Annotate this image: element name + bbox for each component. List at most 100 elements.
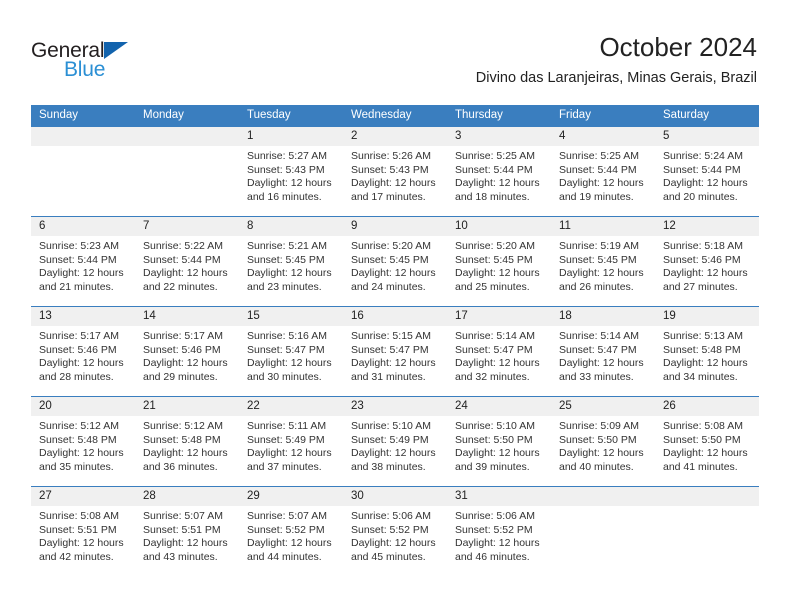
calendar-day-cell[interactable]: 4 Sunrise: 5:25 AM Sunset: 5:44 PM Daylight…	[551, 127, 655, 217]
calendar-day-cell[interactable]: 1 Sunrise: 5:27 AM Sunset: 5:43 PM Daylight…	[239, 127, 343, 217]
calendar-day-cell[interactable]: 14 Sunrise: 5:17 AM Sunset: 5:46 PM Dayligh…	[135, 306, 239, 397]
day-number: 5	[655, 127, 759, 146]
daylight-line-1: Daylight: 12 hours	[455, 447, 540, 460]
day-number: 19	[655, 307, 759, 326]
day-number: 30	[343, 487, 447, 506]
calendar-day-cell[interactable]: 10 Sunrise: 5:20 AM Sunset: 5:45 PM Dayligh…	[447, 216, 551, 307]
daylight-line-1: Daylight: 12 hours	[663, 357, 748, 370]
sunset-time: Sunset: 5:43 PM	[351, 163, 429, 176]
day-details: Sunrise: 5:18 AM Sunset: 5:46 PM Daylight:…	[655, 236, 759, 294]
day-details: Sunrise: 5:20 AM Sunset: 5:45 PM Daylight:…	[343, 236, 447, 294]
day-details: Sunrise: 5:19 AM Sunset: 5:45 PM Daylight:…	[551, 236, 655, 294]
calendar-day-cell[interactable]: 12 Sunrise: 5:18 AM Sunset: 5:46 PM Dayligh…	[655, 216, 759, 307]
sunset-time: Sunset: 5:47 PM	[455, 343, 533, 356]
daylight-line-2: and 26 minutes.	[559, 280, 634, 293]
daylight-line-1: Daylight: 12 hours	[247, 447, 332, 460]
calendar-day-cell[interactable]: 2 Sunrise: 5:26 AM Sunset: 5:43 PM Daylight…	[343, 127, 447, 217]
weekday-header-thursday: Thursday	[447, 105, 551, 127]
page-title: October 2024	[599, 32, 757, 62]
calendar-day-cell[interactable]: 30 Sunrise: 5:06 AM Sunset: 5:52 PM Dayligh…	[343, 486, 447, 576]
calendar-day-cell[interactable]: 25 Sunrise: 5:09 AM Sunset: 5:50 PM Dayligh…	[551, 396, 655, 487]
calendar-day-cell[interactable]: 26 Sunrise: 5:08 AM Sunset: 5:50 PM Dayligh…	[655, 396, 759, 487]
daylight-line-1: Daylight: 12 hours	[143, 537, 228, 550]
calendar-day-cell[interactable]: 11 Sunrise: 5:19 AM Sunset: 5:45 PM Dayligh…	[551, 216, 655, 307]
weekday-header-tuesday: Tuesday	[239, 105, 343, 127]
calendar-day-cell[interactable]: 22 Sunrise: 5:11 AM Sunset: 5:49 PM Dayligh…	[239, 396, 343, 487]
calendar-day-cell[interactable]: 7 Sunrise: 5:22 AM Sunset: 5:44 PM Daylight…	[135, 216, 239, 307]
calendar-day-cell[interactable]: 29 Sunrise: 5:07 AM Sunset: 5:52 PM Dayligh…	[239, 486, 343, 576]
daylight-line-2: and 36 minutes.	[143, 460, 218, 473]
page-subtitle: Divino das Laranjeiras, Minas Gerais, Br…	[475, 70, 757, 86]
weekday-header-friday: Friday	[551, 105, 655, 127]
day-details: Sunrise: 5:10 AM Sunset: 5:50 PM Daylight:…	[447, 416, 551, 474]
day-details: Sunrise: 5:14 AM Sunset: 5:47 PM Daylight:…	[551, 326, 655, 384]
sunset-time: Sunset: 5:46 PM	[663, 253, 741, 266]
calendar-day-cell[interactable]: 24 Sunrise: 5:10 AM Sunset: 5:50 PM Dayligh…	[447, 396, 551, 487]
title-block: October 2024 Divino das Laranjeiras, Min…	[476, 32, 757, 87]
sunrise-time: Sunrise: 5:14 AM	[455, 330, 535, 342]
calendar-day-cell[interactable]: 16 Sunrise: 5:15 AM Sunset: 5:47 PM Dayligh…	[343, 306, 447, 397]
sunset-time: Sunset: 5:51 PM	[143, 523, 221, 536]
calendar-day-cell[interactable]: 20 Sunrise: 5:12 AM Sunset: 5:48 PM Dayligh…	[31, 396, 135, 487]
sunrise-time: Sunrise: 5:09 AM	[559, 420, 639, 432]
daylight-line-2: and 21 minutes.	[39, 280, 114, 293]
sunrise-time: Sunrise: 5:11 AM	[247, 420, 327, 432]
calendar-day-cell[interactable]: 5 Sunrise: 5:24 AM Sunset: 5:44 PM Daylight…	[655, 127, 759, 217]
sunrise-time: Sunrise: 5:26 AM	[351, 150, 431, 162]
sunset-time: Sunset: 5:45 PM	[247, 253, 325, 266]
weekday-header-sunday: Sunday	[31, 105, 135, 127]
daylight-line-1: Daylight: 12 hours	[143, 447, 228, 460]
daylight-line-2: and 30 minutes.	[247, 370, 322, 383]
day-number: 21	[135, 397, 239, 416]
sunrise-time: Sunrise: 5:23 AM	[39, 240, 119, 252]
day-number: 26	[655, 397, 759, 416]
day-number: 23	[343, 397, 447, 416]
calendar-day-cell[interactable]: 8 Sunrise: 5:21 AM Sunset: 5:45 PM Daylight…	[239, 216, 343, 307]
daylight-line-2: and 35 minutes.	[39, 460, 114, 473]
daylight-line-2: and 32 minutes.	[455, 370, 530, 383]
day-details: Sunrise: 5:25 AM Sunset: 5:44 PM Daylight:…	[447, 146, 551, 204]
sunrise-time: Sunrise: 5:20 AM	[351, 240, 431, 252]
calendar-day-cell[interactable]: 27 Sunrise: 5:08 AM Sunset: 5:51 PM Dayligh…	[31, 486, 135, 576]
calendar-day-cell[interactable]: 31 Sunrise: 5:06 AM Sunset: 5:52 PM Dayligh…	[447, 486, 551, 576]
calendar-day-cell[interactable]: 3 Sunrise: 5:25 AM Sunset: 5:44 PM Daylight…	[447, 127, 551, 217]
calendar-header-row: Sunday Monday Tuesday Wednesday Thursday…	[31, 105, 759, 127]
daylight-line-1: Daylight: 12 hours	[663, 267, 748, 280]
calendar-day-cell[interactable]: 23 Sunrise: 5:10 AM Sunset: 5:49 PM Dayligh…	[343, 396, 447, 487]
calendar-day-cell[interactable]: 18 Sunrise: 5:14 AM Sunset: 5:47 PM Dayligh…	[551, 306, 655, 397]
day-number	[551, 487, 655, 506]
daylight-line-1: Daylight: 12 hours	[455, 357, 540, 370]
daylight-line-1: Daylight: 12 hours	[351, 537, 436, 550]
general-blue-logo[interactable]: General Blue	[31, 39, 161, 85]
calendar-page: General Blue October 2024 Divino das Lar…	[0, 0, 792, 612]
sunrise-time: Sunrise: 5:06 AM	[351, 510, 431, 522]
logo-word-blue: Blue	[64, 58, 106, 81]
calendar-day-cell[interactable]: 13 Sunrise: 5:17 AM Sunset: 5:46 PM Dayligh…	[31, 306, 135, 397]
calendar-day-cell[interactable]: 19 Sunrise: 5:13 AM Sunset: 5:48 PM Dayligh…	[655, 306, 759, 397]
sunset-time: Sunset: 5:52 PM	[351, 523, 429, 536]
calendar-day-cell[interactable]: 9 Sunrise: 5:20 AM Sunset: 5:45 PM Daylight…	[343, 216, 447, 307]
sunset-time: Sunset: 5:50 PM	[559, 433, 637, 446]
day-details: Sunrise: 5:13 AM Sunset: 5:48 PM Daylight:…	[655, 326, 759, 384]
calendar-day-cell[interactable]: 15 Sunrise: 5:16 AM Sunset: 5:47 PM Dayligh…	[239, 306, 343, 397]
daylight-line-2: and 46 minutes.	[455, 550, 530, 563]
daylight-line-2: and 17 minutes.	[351, 190, 426, 203]
day-number: 11	[551, 217, 655, 236]
day-details: Sunrise: 5:27 AM Sunset: 5:43 PM Daylight:…	[239, 146, 343, 204]
calendar-day-cell[interactable]: 6 Sunrise: 5:23 AM Sunset: 5:44 PM Daylight…	[31, 216, 135, 307]
sunset-time: Sunset: 5:48 PM	[663, 343, 741, 356]
calendar-day-cell[interactable]: 17 Sunrise: 5:14 AM Sunset: 5:47 PM Dayligh…	[447, 306, 551, 397]
calendar-day-cell-empty	[135, 127, 239, 217]
sunrise-time: Sunrise: 5:10 AM	[455, 420, 535, 432]
weekday-header-wednesday: Wednesday	[343, 105, 447, 127]
sunrise-time: Sunrise: 5:17 AM	[39, 330, 119, 342]
calendar-day-cell[interactable]: 28 Sunrise: 5:07 AM Sunset: 5:51 PM Dayligh…	[135, 486, 239, 576]
calendar-day-cell[interactable]: 21 Sunrise: 5:12 AM Sunset: 5:48 PM Dayligh…	[135, 396, 239, 487]
sunset-time: Sunset: 5:52 PM	[247, 523, 325, 536]
daylight-line-1: Daylight: 12 hours	[663, 447, 748, 460]
day-details: Sunrise: 5:16 AM Sunset: 5:47 PM Daylight:…	[239, 326, 343, 384]
daylight-line-1: Daylight: 12 hours	[559, 177, 644, 190]
daylight-line-1: Daylight: 12 hours	[143, 267, 228, 280]
daylight-line-1: Daylight: 12 hours	[143, 357, 228, 370]
day-number: 2	[343, 127, 447, 146]
